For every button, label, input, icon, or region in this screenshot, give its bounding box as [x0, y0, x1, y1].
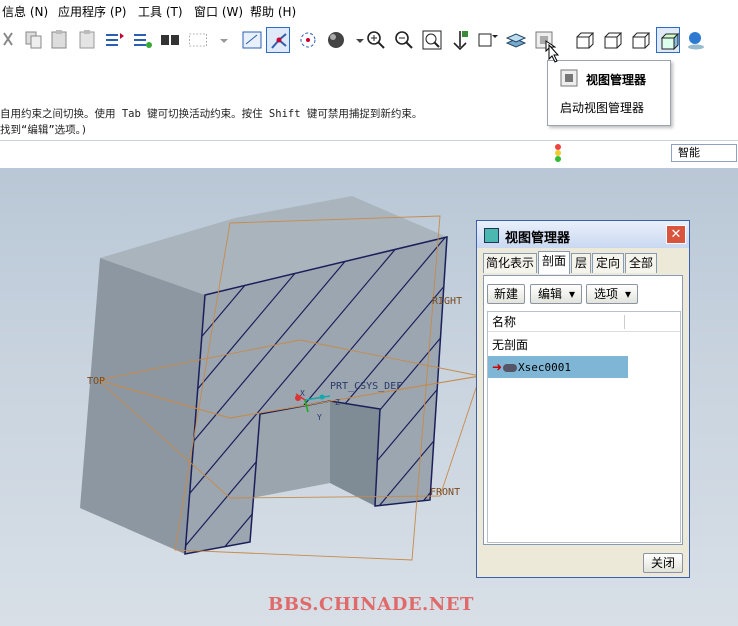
shaded-icon[interactable] — [656, 27, 680, 53]
datum-label-top: TOP — [87, 376, 105, 387]
layers-icon[interactable] — [504, 27, 528, 53]
active-arrow-icon: ➜ — [492, 360, 503, 374]
selection-filter[interactable]: 智能 — [671, 144, 737, 162]
view-manager-icon — [560, 69, 578, 87]
tab-simplified-rep[interactable]: 简化表示 — [483, 253, 537, 273]
edit-button-label: 编辑 — [538, 287, 563, 301]
watermark: BBS.CHINADE.NET — [268, 594, 474, 615]
dialog-close-icon[interactable]: ✕ — [666, 225, 686, 244]
regenerate-icon[interactable] — [102, 27, 126, 53]
close-button[interactable]: 关闭 — [643, 553, 683, 573]
options-button-label: 选项 — [594, 287, 619, 301]
tooltip-description: 启动视图管理器 — [560, 101, 645, 115]
zoom-out-icon[interactable] — [392, 27, 416, 53]
chevron-down-icon: ▾ — [624, 287, 631, 301]
csys-label: PRT_CSYS_DEF — [330, 381, 402, 392]
status-light-icon — [552, 142, 564, 164]
list-item-label: Xsec0001 — [518, 361, 572, 374]
axis-label-z: Z — [335, 398, 340, 407]
paste-special-icon[interactable] — [76, 27, 100, 53]
reorient-icon[interactable] — [448, 27, 472, 53]
tab-all[interactable]: 全部 — [625, 253, 657, 273]
divider — [0, 140, 738, 141]
mouse-cursor-icon — [548, 43, 560, 64]
new-button[interactable]: 新建 — [487, 284, 525, 304]
axis-label-y: Y — [317, 413, 322, 422]
menu-info[interactable]: 信息 (N) — [2, 3, 48, 20]
refit-icon[interactable] — [420, 27, 444, 53]
menu-help[interactable]: 帮助 (H) — [250, 3, 296, 20]
saved-views-icon[interactable] — [476, 27, 500, 53]
spin-center-icon[interactable] — [296, 27, 320, 53]
shading-icon[interactable] — [324, 27, 348, 53]
column-divider — [624, 315, 625, 329]
edit-button[interactable]: 编辑 ▾ — [530, 284, 582, 304]
menu-tools[interactable]: 工具 (T) — [138, 3, 183, 20]
xsec-panel: 新建 编辑 ▾ 选项 ▾ 名称 无剖面 ➜ Xsec0001 — [483, 275, 683, 545]
datum-label-front: FRONT — [430, 487, 460, 498]
tooltip-title: 视图管理器 — [586, 73, 647, 87]
enhanced-realism-icon[interactable] — [684, 27, 708, 53]
wireframe-icon[interactable] — [572, 27, 596, 53]
no-hidden-icon[interactable] — [628, 27, 652, 53]
menu-bar: 信息 (N) 应用程序 (P) 工具 (T) 窗口 (W) 帮助 (H) — [0, 0, 738, 22]
tab-xsec[interactable]: 剖面 — [538, 251, 570, 274]
message-line-1: 自用约束之间切换。使用 Tab 键可切换活动约束。按住 Shift 键可禁用捕捉… — [0, 108, 423, 120]
menu-applications[interactable]: 应用程序 (P) — [58, 3, 126, 20]
main-toolbar — [0, 22, 738, 60]
find-icon[interactable] — [158, 27, 182, 53]
part-left-face — [80, 258, 205, 554]
regenerate-manager-icon[interactable] — [130, 27, 154, 53]
xsec-type-icon — [503, 363, 518, 372]
dialog-app-icon — [484, 228, 499, 243]
copy-icon[interactable] — [22, 27, 46, 53]
paste-icon[interactable] — [48, 27, 72, 53]
cut-icon[interactable] — [0, 27, 24, 53]
list-item-selected[interactable]: ➜ Xsec0001 — [488, 356, 628, 378]
zoom-in-icon[interactable] — [364, 27, 388, 53]
sketch-view-icon[interactable] — [240, 27, 264, 53]
tab-orient[interactable]: 定向 — [592, 253, 624, 273]
menu-window[interactable]: 窗口 (W) — [194, 3, 243, 20]
tab-layer[interactable]: 层 — [571, 253, 591, 273]
datum-label-right: RIGHT — [432, 296, 462, 307]
hidden-line-icon[interactable] — [600, 27, 624, 53]
xsec-list[interactable]: 名称 无剖面 ➜ Xsec0001 — [487, 311, 681, 543]
dialog-title-bar[interactable]: 视图管理器 ✕ — [477, 221, 689, 248]
message-line-2: 找到“编辑”选项。) — [0, 124, 88, 136]
part-slot-face — [330, 401, 380, 506]
datum-display-icon[interactable] — [266, 27, 290, 53]
list-item[interactable]: 无剖面 — [488, 336, 528, 353]
view-manager-tooltip: 视图管理器 启动视图管理器 — [547, 60, 671, 126]
select-box-icon[interactable] — [186, 27, 214, 53]
list-header-name[interactable]: 名称 — [488, 312, 680, 332]
dropdown-icon[interactable] — [212, 27, 228, 53]
view-manager-dialog: 视图管理器 ✕ 简化表示 剖面 层 定向 全部 新建 编辑 ▾ 选项 ▾ 名称 … — [476, 220, 690, 578]
chevron-down-icon: ▾ — [568, 287, 575, 301]
dropdown-icon[interactable] — [348, 27, 364, 53]
dialog-title: 视图管理器 — [505, 231, 571, 246]
axis-label-x: X — [300, 389, 305, 398]
options-button[interactable]: 选项 ▾ — [586, 284, 638, 304]
